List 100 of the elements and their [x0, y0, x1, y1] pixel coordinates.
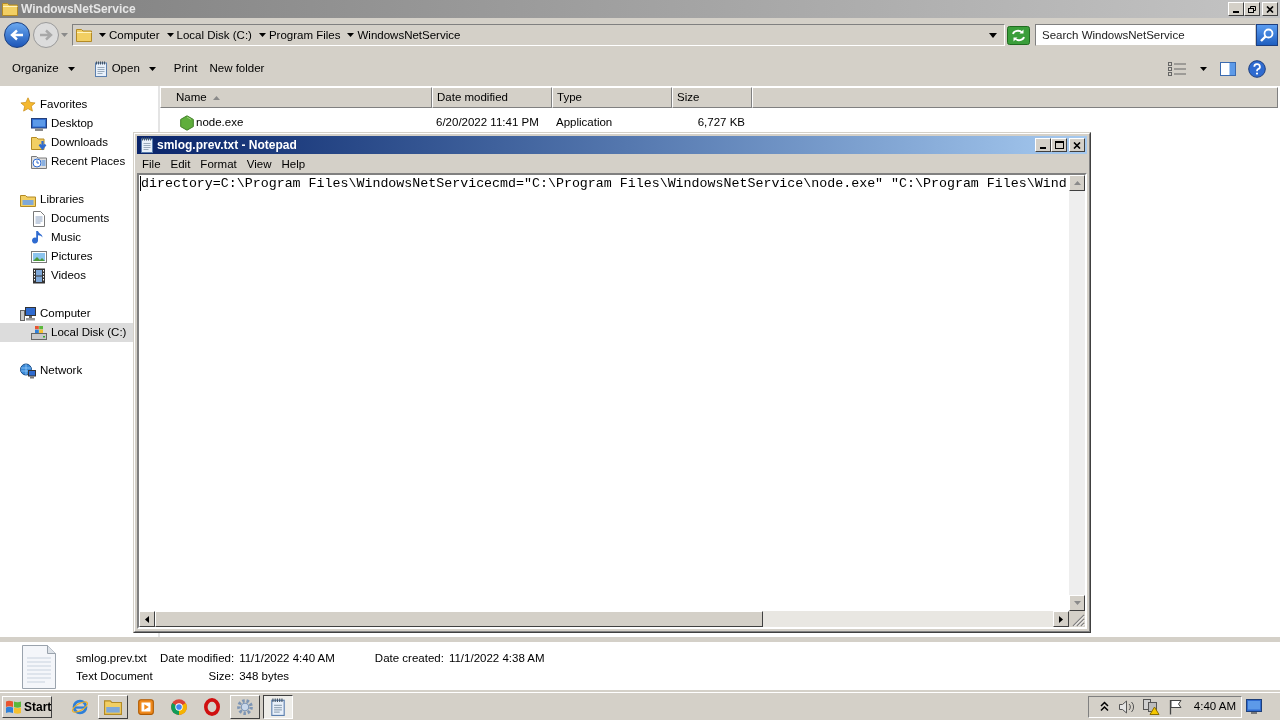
close-button[interactable] [1069, 138, 1085, 152]
scroll-up-button[interactable] [1069, 175, 1085, 191]
breadcrumb-item[interactable]: Local Disk (C:) [176, 27, 252, 43]
close-icon [1266, 5, 1274, 13]
speaker-icon[interactable] [1117, 698, 1135, 715]
toolbar-button[interactable]: Open [86, 57, 146, 81]
toolbar-button[interactable]: Organize [6, 57, 65, 81]
menu-item[interactable]: Edit [165, 155, 196, 172]
address-field[interactable]: Computer Local Disk (C:) Program Files WindowsNetService [72, 24, 1005, 46]
restore-button[interactable] [1244, 2, 1260, 16]
start-button[interactable]: Start [2, 695, 52, 718]
caret-icon[interactable] [347, 33, 355, 37]
restore-icon [1248, 5, 1256, 13]
notepad-icon [139, 137, 155, 153]
picture-icon [31, 248, 47, 265]
gear-icon [236, 697, 254, 716]
flag-logo-icon [5, 698, 22, 715]
property-label: Date modified: [160, 651, 235, 666]
table-cell-text: 6,727 KB [697, 115, 745, 131]
breadcrumb-item[interactable]: WindowsNetService [357, 27, 461, 43]
sidebar-item[interactable]: Network [20, 361, 85, 380]
menu-item[interactable]: File [137, 155, 166, 172]
scroll-right-button[interactable] [1053, 611, 1069, 627]
scroll-down-button[interactable] [1069, 595, 1085, 611]
sidebar-item[interactable]: Downloads [31, 133, 110, 152]
sidebar-item[interactable]: Computer [20, 304, 93, 323]
sidebar-item[interactable]: Documents [31, 209, 112, 228]
drive-icon [31, 324, 47, 341]
close-button[interactable] [1262, 2, 1278, 16]
toolbar-button[interactable]: New folder [203, 57, 271, 81]
sidebar-item[interactable]: Pictures [31, 247, 95, 266]
menu-item[interactable]: Format [195, 155, 242, 172]
breadcrumb-item[interactable]: Program Files [268, 27, 341, 43]
folder-icon [2, 1, 18, 17]
caret-icon[interactable] [1200, 67, 1207, 71]
column-header[interactable]: Type [552, 87, 672, 108]
caret-icon[interactable] [99, 33, 106, 37]
network-icon [20, 362, 36, 379]
search-button[interactable] [1256, 24, 1278, 46]
toolbar-button[interactable]: Print [167, 57, 204, 81]
file-type: Text Document [76, 669, 153, 684]
minimize-button[interactable] [1228, 2, 1244, 16]
sidebar-item[interactable]: Favorites [20, 95, 90, 114]
sidebar-item[interactable]: Recent Places [31, 152, 128, 171]
file-name: smlog.prev.txt [76, 651, 147, 666]
caret-icon[interactable] [148, 67, 156, 71]
sidebar-item[interactable]: Desktop [31, 114, 96, 133]
document-icon [31, 210, 47, 227]
window-title: WindowsNetService [21, 2, 136, 16]
minimize-button[interactable] [1035, 138, 1051, 152]
menu-item[interactable]: Help [276, 155, 311, 172]
search-field[interactable]: Search WindowsNetService [1035, 24, 1256, 46]
sidebar-item[interactable]: Local Disk (C:) [0, 323, 133, 342]
menu-item[interactable]: View [241, 155, 277, 172]
text-area[interactable]: directory=C:\Program Files\WindowsNetServicecmd="C:\Program Files\WindowsNetService\node.exe" "C:\Program Files\Wind [137, 173, 1087, 629]
arrow-left-icon [10, 29, 24, 41]
chevron-up-icon[interactable] [1099, 701, 1109, 712]
view-options-icon[interactable] [1168, 62, 1186, 76]
horizontal-scrollbar[interactable] [139, 611, 1069, 627]
column-header[interactable]: Name [160, 87, 432, 108]
download-folder-icon [31, 134, 47, 151]
sidebar-item[interactable]: Videos [31, 266, 88, 285]
notepad-icon [269, 697, 287, 716]
search-icon [1260, 28, 1274, 42]
refresh-button[interactable] [1007, 25, 1030, 45]
maximize-button[interactable] [1051, 138, 1067, 152]
vertical-scrollbar[interactable] [1069, 175, 1085, 611]
arrow-left-icon [145, 615, 149, 623]
scrollbar-thumb[interactable] [155, 611, 763, 627]
table-cell-text: Application [556, 115, 613, 131]
property-label: Size: [208, 669, 235, 684]
monitor-icon [31, 115, 47, 132]
sidebar-item[interactable]: Music [31, 228, 84, 247]
circle-logo-icon [170, 697, 188, 716]
back-button[interactable] [4, 22, 30, 48]
column-header[interactable]: Size [672, 87, 752, 108]
document-icon [22, 645, 56, 689]
network-warning-icon[interactable] [1142, 698, 1160, 715]
flag-icon[interactable] [1167, 698, 1183, 715]
arrow-right-icon [39, 29, 53, 41]
window-title: smlog.prev.txt - Notepad [157, 138, 297, 152]
folder-icon [76, 27, 92, 43]
sidebar-item[interactable]: Libraries [20, 190, 87, 209]
breadcrumb-item[interactable]: Computer [109, 27, 160, 43]
caret-icon[interactable] [67, 67, 75, 71]
preview-pane-icon[interactable] [1220, 61, 1236, 77]
computer-icon [20, 305, 36, 322]
taskbar-button[interactable] [263, 694, 293, 719]
show-desktop-icon[interactable] [1246, 699, 1262, 714]
play-icon [137, 697, 155, 716]
file-row[interactable]: node.exe 6/20/2022 11:41 PM Application 6,727 KB [160, 115, 752, 131]
clock: 4:40 AM [1193, 698, 1236, 714]
refresh-icon [1007, 25, 1030, 45]
caret-icon[interactable] [989, 32, 997, 38]
scroll-left-button[interactable] [139, 611, 155, 627]
caret-icon[interactable] [166, 33, 174, 37]
column-header[interactable]: Date modified [432, 87, 552, 108]
help-icon[interactable] [1248, 60, 1266, 78]
caret-icon[interactable] [258, 33, 266, 37]
ring-icon [203, 697, 221, 716]
